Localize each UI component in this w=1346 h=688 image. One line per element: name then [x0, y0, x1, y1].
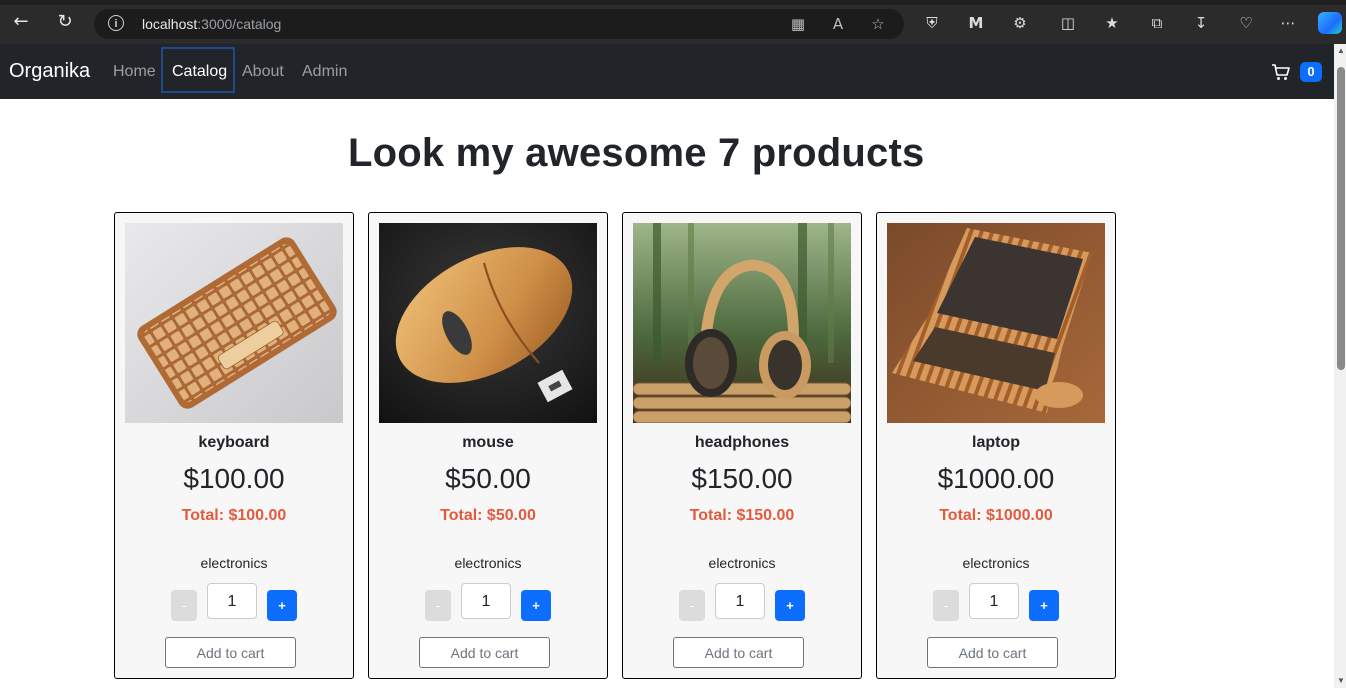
product-category: electronics [708, 555, 776, 571]
page-title: Look my awesome 7 products [348, 131, 925, 175]
add-to-cart-button[interactable]: Add to cart [165, 637, 296, 668]
product-total: Total: $100.00 [181, 507, 287, 524]
site-info-icon[interactable]: i [108, 15, 124, 31]
product-image [125, 223, 343, 423]
nav-admin[interactable]: Admin [302, 63, 347, 81]
downloads-icon[interactable]: ↧ [1190, 12, 1212, 34]
m-extension-icon[interactable]: M [965, 12, 987, 34]
product-name: laptop [972, 434, 1020, 451]
address-url[interactable]: localhost:3000/catalog [142, 16, 281, 32]
increase-quantity-button[interactable]: + [267, 590, 297, 621]
decrease-quantity-button[interactable]: - [933, 590, 959, 621]
product-total: Total: $50.00 [440, 507, 536, 524]
quantity-input[interactable]: 1 [969, 583, 1019, 619]
collections-icon[interactable]: ⧉ [1146, 12, 1168, 34]
cart-icon[interactable] [1271, 62, 1291, 82]
split-screen-icon[interactable]: ◫ [1057, 12, 1079, 34]
tab-strip [0, 0, 1346, 5]
product-image [379, 223, 597, 423]
product-price: $100.00 [183, 463, 285, 494]
product-name: keyboard [198, 434, 270, 451]
product-image [887, 223, 1105, 423]
browser-toolbar: ← ↻ i localhost:3000/catalog ▦ A ☆ ⛨ M ⚙… [0, 0, 1346, 44]
product-name: mouse [462, 434, 514, 451]
scrollbar-thumb[interactable] [1337, 67, 1345, 370]
product-card: laptop $1000.00 Total: $1000.00 electron… [876, 212, 1116, 679]
product-name: headphones [694, 434, 790, 451]
site-navbar: Organika Home Catalog About Admin 0 [0, 44, 1334, 99]
apps-icon[interactable]: ▦ [788, 14, 808, 34]
increase-quantity-button[interactable]: + [521, 590, 551, 621]
favorite-star-icon[interactable]: ☆ [868, 14, 888, 34]
increase-quantity-button[interactable]: + [775, 590, 805, 621]
product-price: $50.00 [445, 463, 531, 494]
ublock-extension-icon[interactable]: ⛨ [921, 12, 943, 34]
increase-quantity-button[interactable]: + [1029, 590, 1059, 621]
add-to-cart-button[interactable]: Add to cart [673, 637, 804, 668]
browser-essentials-icon[interactable]: ♡ [1235, 12, 1257, 34]
url-host: localhost [142, 16, 198, 32]
product-total: Total: $150.00 [689, 507, 795, 524]
product-card: headphones $150.00 Total: $150.00 electr… [622, 212, 862, 679]
product-category: electronics [962, 555, 1030, 571]
more-options-icon[interactable]: ⋯ [1277, 12, 1299, 34]
quantity-input[interactable]: 1 [461, 583, 511, 619]
decrease-quantity-button[interactable]: - [425, 590, 451, 621]
read-aloud-icon[interactable]: A [828, 14, 848, 34]
back-icon[interactable]: ← [9, 10, 33, 34]
add-to-cart-button[interactable]: Add to cart [419, 637, 550, 668]
address-bar[interactable]: i localhost:3000/catalog ▦ A ☆ [94, 9, 904, 39]
product-price: $150.00 [691, 463, 793, 494]
product-category: electronics [200, 555, 268, 571]
brand-logo[interactable]: Organika [9, 60, 90, 83]
copilot-icon[interactable] [1318, 12, 1342, 34]
product-image [633, 223, 851, 423]
decrease-quantity-button[interactable]: - [171, 590, 197, 621]
scroll-up-icon[interactable]: ▲ [1336, 46, 1346, 56]
product-category: electronics [454, 555, 522, 571]
product-total: Total: $1000.00 [939, 507, 1053, 524]
url-path: :3000/catalog [197, 16, 282, 32]
favorites-icon[interactable]: ★ [1101, 12, 1123, 34]
product-card: mouse $50.00 Total: $50.00 electronics -… [368, 212, 608, 679]
quantity-input[interactable]: 1 [207, 583, 257, 619]
product-card: keyboard $100.00 Total: $100.00 electron… [114, 212, 354, 679]
quantity-input[interactable]: 1 [715, 583, 765, 619]
nav-about[interactable]: About [242, 63, 284, 81]
nav-home[interactable]: Home [113, 63, 156, 81]
reload-icon[interactable]: ↻ [53, 10, 77, 34]
add-to-cart-button[interactable]: Add to cart [927, 637, 1058, 668]
extensions-puzzle-icon[interactable]: ⚙ [1009, 12, 1031, 34]
nav-catalog[interactable]: Catalog [172, 63, 227, 81]
scroll-down-icon[interactable]: ▼ [1336, 676, 1346, 686]
cart-count-badge[interactable]: 0 [1300, 62, 1322, 82]
product-price: $1000.00 [937, 463, 1055, 494]
decrease-quantity-button[interactable]: - [679, 590, 705, 621]
